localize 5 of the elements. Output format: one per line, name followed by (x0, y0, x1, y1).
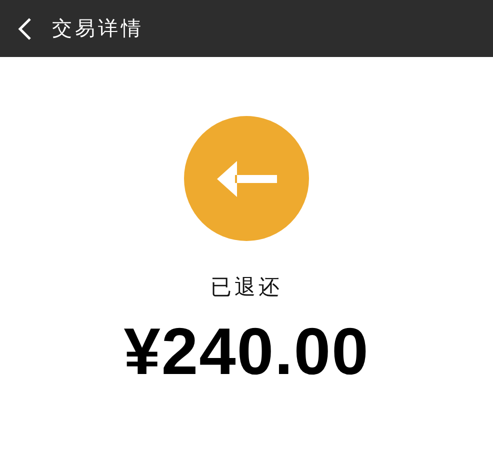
amount-text: ¥240.00 (124, 313, 370, 389)
window-title: 交易详情 (52, 15, 144, 42)
left-arrow-icon (216, 160, 276, 196)
back-icon (18, 16, 32, 40)
status-text: 已退还 (210, 274, 282, 301)
